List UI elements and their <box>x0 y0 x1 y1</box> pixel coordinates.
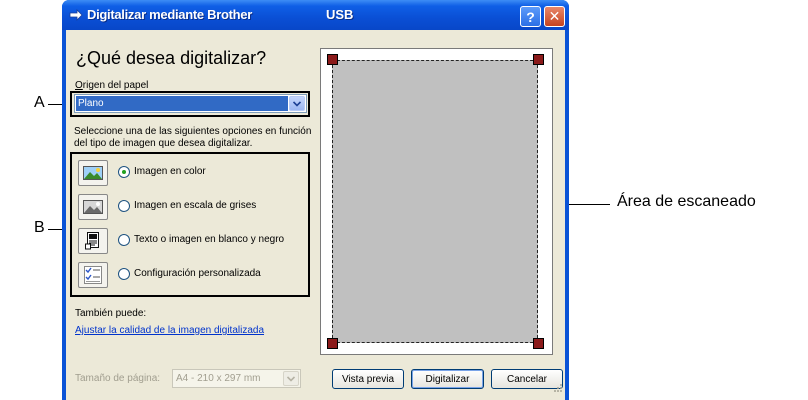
page-size-label: Tamaño de página: <box>75 373 161 384</box>
adjust-quality-link[interactable]: Ajustar la calidad de la imagen digitali… <box>75 325 264 336</box>
option-label: Imagen en escala de grises <box>134 200 257 211</box>
connection-label: USB <box>326 7 354 22</box>
crop-handle-top-left[interactable] <box>327 54 338 65</box>
page-title: ¿Qué desea digitalizar? <box>76 48 267 68</box>
radio-custom-settings[interactable] <box>118 268 130 280</box>
callout-label-a: A <box>34 94 45 111</box>
scan-area-annotation: Área de escaneado <box>617 193 756 210</box>
paper-source-select[interactable]: Plano <box>74 94 307 113</box>
option-label: Configuración personalizada <box>134 268 261 279</box>
resize-grip-icon[interactable] <box>553 380 563 398</box>
crop-handle-top-right[interactable] <box>533 54 544 65</box>
chevron-down-icon <box>283 371 299 386</box>
scan-button[interactable]: Digitalizar <box>411 369 484 389</box>
callout-label-b: B <box>34 219 45 236</box>
instructions-text: Seleccione una de las siguientes opcione… <box>74 126 312 149</box>
scan-dialog-window: Digitalizar mediante Brother USB ? ✕ ¿Qu… <box>62 0 569 400</box>
callout-box-b: Imagen en color Imagen en escala de gris… <box>70 152 310 297</box>
preview-button[interactable]: Vista previa <box>332 369 404 389</box>
crop-handle-bottom-right[interactable] <box>533 338 544 349</box>
option-label: Texto o imagen en blanco y negro <box>134 234 285 245</box>
grayscale-photo-icon[interactable] <box>78 194 108 220</box>
bw-document-icon[interactable] <box>78 228 108 254</box>
title-bar[interactable]: Digitalizar mediante Brother USB ? ✕ <box>62 0 569 30</box>
radio-grayscale-image[interactable] <box>118 200 130 212</box>
also-label: También puede: <box>75 308 147 319</box>
radio-bw-text[interactable] <box>118 234 130 246</box>
option-label: Imagen en color <box>134 166 206 177</box>
help-button[interactable]: ? <box>520 6 541 27</box>
close-button[interactable]: ✕ <box>544 6 565 27</box>
window-title: Digitalizar mediante Brother <box>87 7 252 22</box>
paper-source-label-rest: rigen del papel <box>82 80 149 91</box>
paper-source-label-mnemonic: O <box>75 80 83 91</box>
custom-settings-icon[interactable] <box>78 262 108 288</box>
chevron-down-icon[interactable] <box>289 96 305 111</box>
scan-preview-pane <box>320 48 553 355</box>
dialog-body: ¿Qué desea digitalizar? Origen del papel… <box>66 30 565 400</box>
crop-handle-bottom-left[interactable] <box>327 338 338 349</box>
scan-area[interactable] <box>332 60 538 343</box>
paper-source-value: Plano <box>76 96 288 111</box>
color-photo-icon[interactable] <box>78 160 108 186</box>
page-size-select: A4 - 210 x 297 mm <box>172 369 301 388</box>
page-size-value: A4 - 210 x 297 mm <box>176 373 261 384</box>
radio-color-image[interactable] <box>118 166 130 178</box>
scanner-arrow-icon <box>69 8 83 26</box>
paper-source-label: Origen del papel <box>75 80 148 91</box>
